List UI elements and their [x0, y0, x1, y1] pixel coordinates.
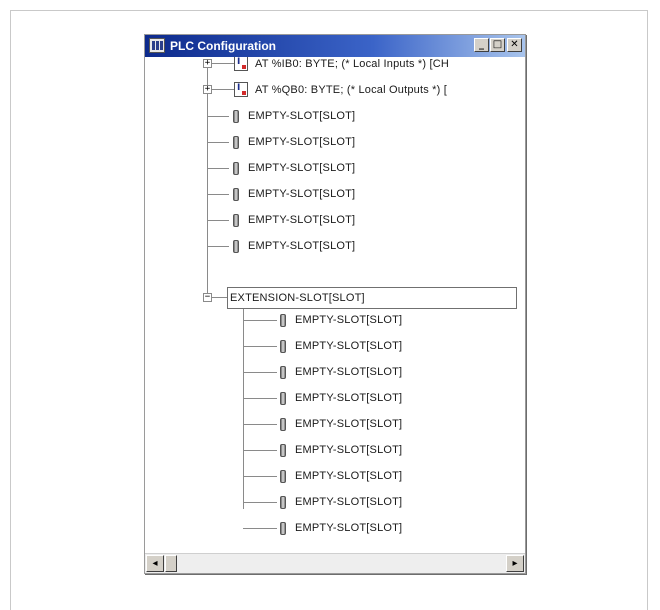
tree-branch-line [243, 502, 277, 503]
slot-icon [280, 470, 286, 483]
empty-slot-label[interactable]: EMPTY-SLOT[SLOT] [295, 391, 402, 405]
slot-icon [280, 496, 286, 509]
slot-icon [280, 522, 286, 535]
slot-icon [233, 188, 239, 201]
configuration-tree: + I AT %IB0: BYTE; (* Local Inputs *) [C… [145, 57, 525, 551]
tree-branch-line [207, 220, 229, 221]
plc-configuration-icon [149, 38, 165, 53]
tree-branch-line [243, 346, 277, 347]
slot-icon [280, 392, 286, 405]
maximize-button[interactable]: □ [490, 38, 505, 52]
slot-icon [280, 444, 286, 457]
tree-branch-line [207, 142, 229, 143]
tree-branch-line [207, 116, 229, 117]
tree-branch-line [243, 528, 277, 529]
tree-branch-line [243, 398, 277, 399]
tree-branch-line [243, 424, 277, 425]
plc-configuration-window: PLC Configuration _ □ ✕ + I AT %IB0: BYT… [144, 34, 526, 574]
window-title: PLC Configuration [170, 39, 276, 53]
title-bar[interactable]: PLC Configuration _ □ ✕ [145, 35, 525, 57]
empty-slot-label[interactable]: EMPTY-SLOT[SLOT] [248, 239, 355, 253]
extension-slot-label: EXTENSION-SLOT[SLOT] [230, 292, 365, 304]
slot-icon [233, 162, 239, 175]
minimize-button[interactable]: _ [474, 38, 489, 52]
empty-slot-label[interactable]: EMPTY-SLOT[SLOT] [295, 521, 402, 535]
scroll-right-button[interactable]: ▸ [506, 555, 524, 572]
slot-icon [280, 366, 286, 379]
extension-slot-expander[interactable]: − [203, 293, 212, 302]
tree-branch-line [207, 194, 229, 195]
output-module-icon: I [234, 82, 248, 97]
empty-slot-label[interactable]: EMPTY-SLOT[SLOT] [248, 135, 355, 149]
io-node-expander[interactable]: + [203, 85, 212, 94]
slot-icon [233, 110, 239, 123]
tree-trunk-line [207, 63, 208, 296]
tree-branch-line [212, 63, 234, 64]
scroll-left-button[interactable]: ◂ [146, 555, 164, 572]
close-button[interactable]: ✕ [507, 38, 522, 52]
empty-slot-label[interactable]: EMPTY-SLOT[SLOT] [295, 339, 402, 353]
slot-icon [233, 136, 239, 149]
tree-branch-line [212, 297, 227, 298]
empty-slot-label[interactable]: EMPTY-SLOT[SLOT] [295, 495, 402, 509]
slot-icon [233, 214, 239, 227]
empty-slot-label[interactable]: EMPTY-SLOT[SLOT] [295, 469, 402, 483]
tree-branch-line [243, 450, 277, 451]
tree-branch-line [207, 168, 229, 169]
tree-branch-line [243, 476, 277, 477]
empty-slot-label[interactable]: EMPTY-SLOT[SLOT] [295, 313, 402, 327]
slot-icon [280, 314, 286, 327]
io-node-label[interactable]: AT %QB0: BYTE; (* Local Outputs *) [ [255, 83, 447, 97]
tree-branch-line [207, 246, 229, 247]
empty-slot-label[interactable]: EMPTY-SLOT[SLOT] [248, 187, 355, 201]
empty-slot-label[interactable]: EMPTY-SLOT[SLOT] [295, 365, 402, 379]
tree-branch-line [243, 320, 277, 321]
empty-slot-label[interactable]: EMPTY-SLOT[SLOT] [248, 109, 355, 123]
slot-icon [280, 418, 286, 431]
horizontal-scrollbar[interactable]: ◂ ▸ [145, 553, 525, 573]
empty-slot-label[interactable]: EMPTY-SLOT[SLOT] [248, 213, 355, 227]
empty-slot-label[interactable]: EMPTY-SLOT[SLOT] [295, 417, 402, 431]
slot-icon [280, 340, 286, 353]
empty-slot-label[interactable]: EMPTY-SLOT[SLOT] [248, 161, 355, 175]
empty-slot-label[interactable]: EMPTY-SLOT[SLOT] [295, 443, 402, 457]
io-node-expander[interactable]: + [203, 59, 212, 68]
tree-branch-line [243, 372, 277, 373]
io-node-label[interactable]: AT %IB0: BYTE; (* Local Inputs *) [CH [255, 57, 449, 71]
extension-slot-node[interactable]: EXTENSION-SLOT[SLOT] [227, 287, 517, 309]
slot-icon [233, 240, 239, 253]
scroll-thumb[interactable] [165, 555, 177, 572]
extension-branch-line [243, 309, 244, 509]
input-module-icon: I [234, 57, 248, 71]
tree-branch-line [212, 89, 234, 90]
